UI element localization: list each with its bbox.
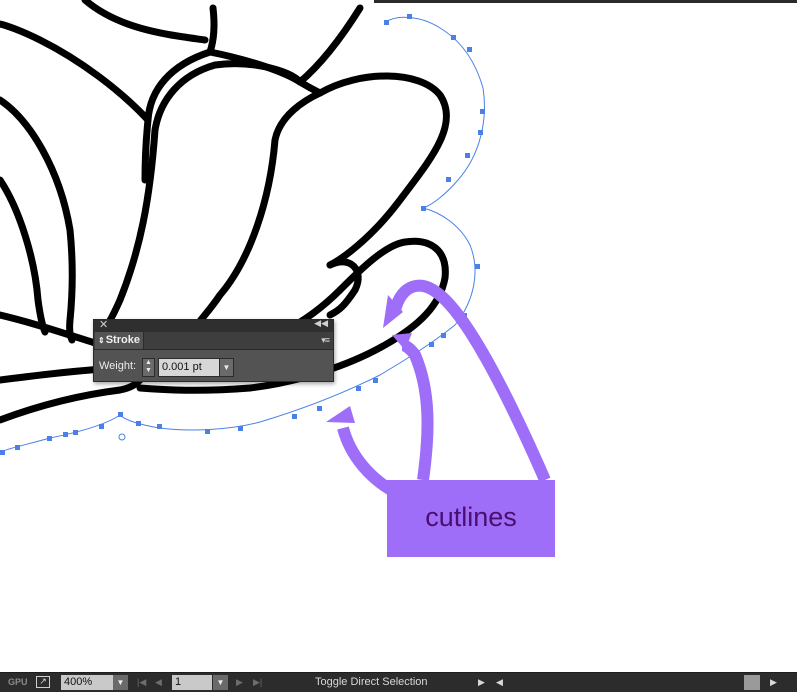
first-page-icon[interactable]: |◀ xyxy=(137,673,146,692)
prev-page-icon[interactable]: ◀ xyxy=(155,673,162,692)
stroke-panel: ✕ ◀◀ ⇕Stroke ▾≡ Weight: ▲ ▼ 0.001 pt ▼ xyxy=(93,318,334,382)
weight-label: Weight: xyxy=(99,360,137,372)
gpu-icon: GPU xyxy=(8,677,28,687)
status-text: Toggle Direct Selection xyxy=(315,676,428,688)
flower-stroke xyxy=(316,72,450,269)
flower-stroke xyxy=(0,176,49,336)
page-field[interactable]: 1 xyxy=(172,675,212,690)
weight-stepper[interactable]: ▲ ▼ xyxy=(142,358,155,377)
flower-stroke xyxy=(81,0,209,44)
scroll-left-icon[interactable]: ◀ xyxy=(496,673,503,692)
top-edge-bar xyxy=(374,0,797,3)
scroll-right-icon[interactable]: ▶ xyxy=(770,673,777,692)
cutlines-label: cutlines xyxy=(425,502,517,532)
weight-input[interactable]: 0.001 pt xyxy=(158,358,220,377)
flower-stroke xyxy=(206,48,324,97)
share-icon[interactable]: ↗ xyxy=(36,676,50,688)
weight-row: Weight: ▲ ▼ 0.001 pt ▼ xyxy=(94,350,333,381)
cutline-arrows xyxy=(337,279,551,501)
page-dropdown-button[interactable]: ▼ xyxy=(213,675,228,690)
close-icon[interactable]: ✕ xyxy=(99,318,108,331)
flower-stroke xyxy=(296,4,364,86)
path-center-point xyxy=(118,433,126,441)
zoom-field[interactable]: 400% xyxy=(61,675,113,690)
arrow-curve xyxy=(401,339,434,481)
arrow-curve xyxy=(389,279,551,483)
horizontal-scrollbar-thumb[interactable] xyxy=(744,675,760,690)
updown-arrows-icon: ⇕ xyxy=(98,336,105,345)
tab-stroke[interactable]: ⇕Stroke xyxy=(95,332,144,349)
next-page-icon[interactable]: ▶ xyxy=(236,673,243,692)
panel-tabbar: ⇕Stroke ▾≡ xyxy=(94,332,333,350)
cutline-arrowheads xyxy=(326,295,412,423)
flower-stroke xyxy=(0,20,152,124)
status-menu-arrow-icon[interactable]: ▶ xyxy=(478,673,485,692)
double-chevron-left-icon[interactable]: ◀◀ xyxy=(314,318,328,329)
flower-stroke xyxy=(191,89,324,332)
panel-menu-icon[interactable]: ▾≡ xyxy=(321,335,330,346)
cutlines-callout: cutlines xyxy=(387,480,555,557)
horizontal-scrollbar-track[interactable] xyxy=(508,675,744,690)
tab-stroke-label: Stroke xyxy=(105,334,140,346)
status-bar: GPU ↗ 400% ▼ |◀ ◀ 1 ▼ ▶ ▶| Toggle Direct… xyxy=(0,672,797,692)
zoom-dropdown-button[interactable]: ▼ xyxy=(113,675,128,690)
last-page-icon[interactable]: ▶| xyxy=(253,673,262,692)
weight-dropdown-button[interactable]: ▼ xyxy=(219,358,234,377)
flower-stroke xyxy=(206,4,218,56)
panel-titlebar[interactable]: ✕ ◀◀ xyxy=(94,318,333,332)
